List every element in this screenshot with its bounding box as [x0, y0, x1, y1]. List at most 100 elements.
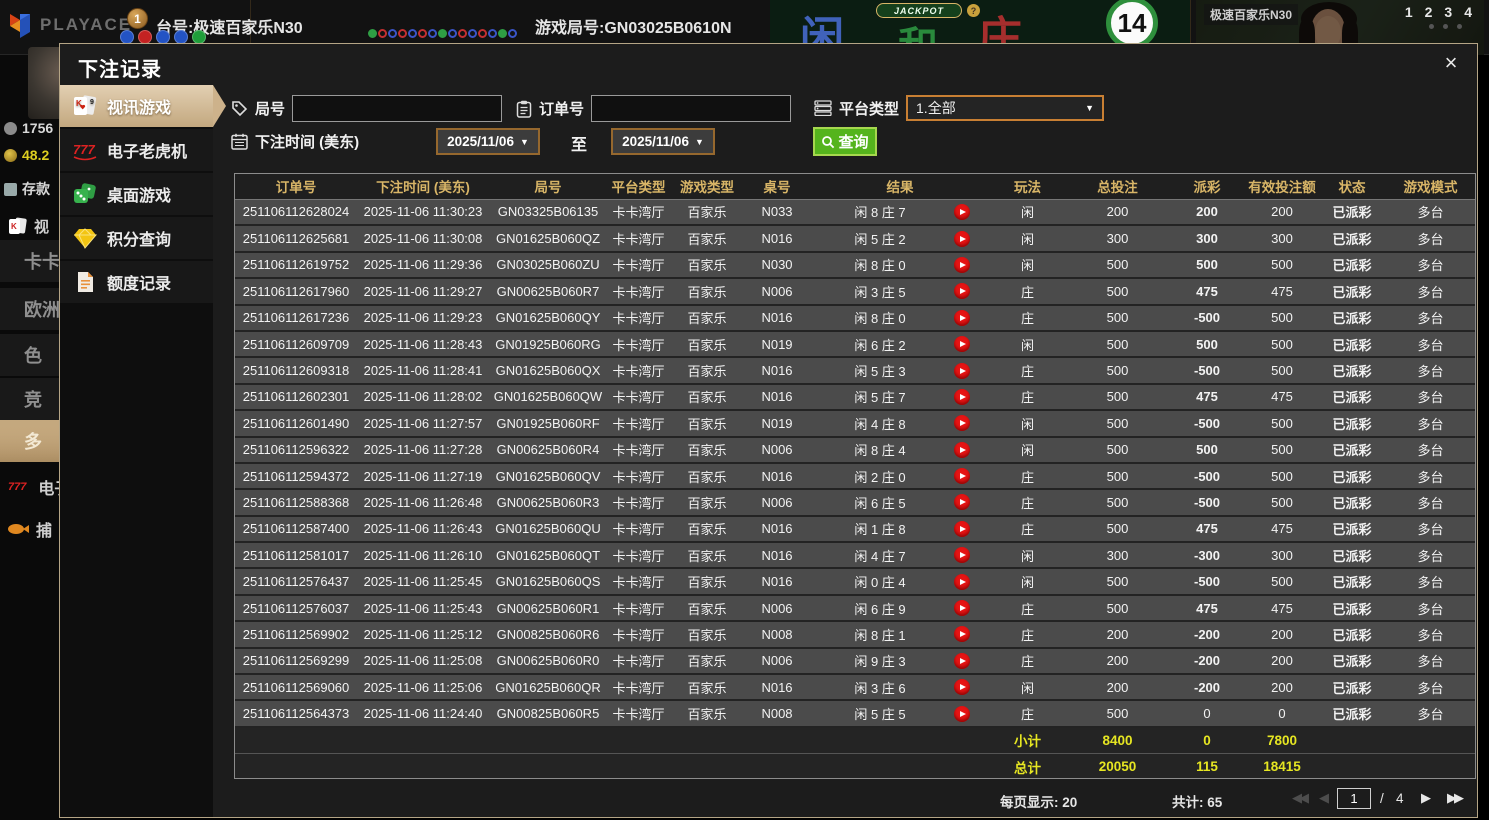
person-icon — [4, 121, 17, 135]
platform-filter-label: 平台类型 — [839, 100, 900, 118]
prev-page-button[interactable]: ◀ — [1319, 790, 1329, 806]
col-payout: 派彩 — [1170, 174, 1244, 200]
modal-title: 下注记录 — [78, 59, 162, 81]
col-result: 结果 — [810, 174, 990, 200]
play-video-button[interactable] — [954, 626, 970, 643]
video-table-tabs[interactable]: 1234 — [1405, 4, 1472, 20]
play-video-button[interactable] — [954, 494, 970, 511]
play-video-button[interactable] — [954, 230, 970, 247]
table-row: 251106112594372 2025-11-06 11:27:19 GN0162… — [235, 462, 1475, 491]
video-tab[interactable]: 1 — [1405, 4, 1413, 20]
result-text: 闲 8 庄 1 — [854, 627, 906, 643]
order-input[interactable] — [591, 95, 792, 122]
play-video-button[interactable] — [954, 468, 970, 485]
road-dot — [438, 29, 447, 38]
sidebar-item-points[interactable]: 积分查询 — [60, 217, 213, 259]
roadmap-dots — [368, 29, 517, 38]
playace-logo: PLAYACE — [8, 12, 132, 38]
road-dot — [468, 29, 477, 38]
page-number-input[interactable] — [1337, 788, 1371, 809]
date-from-select[interactable]: 2025/11/06 ▼ — [436, 128, 540, 155]
result-text: 闲 2 庄 0 — [854, 469, 906, 485]
order-filter: 订单号 — [516, 95, 792, 122]
road-dot — [408, 29, 417, 38]
fish-icon — [8, 524, 24, 534]
table-row: 251106112609709 2025-11-06 11:28:43 GN0192… — [235, 330, 1475, 359]
table-row: 251106112569299 2025-11-06 11:25:08 GN0062… — [235, 647, 1475, 676]
search-icon — [822, 135, 835, 148]
table-row: 251106112619752 2025-11-06 11:29:36 GN0302… — [235, 251, 1475, 280]
sidebar-item-live-games[interactable]: 9 K 视讯游戏 — [60, 85, 226, 127]
stat-badge — [138, 30, 152, 44]
col-order-no: 订单号 — [235, 174, 357, 200]
table-row: 251106112587400 2025-11-06 11:26:43 GN0162… — [235, 515, 1475, 544]
play-video-button[interactable] — [954, 256, 970, 273]
result-text: 闲 6 庄 2 — [854, 337, 906, 353]
play-video-button[interactable] — [954, 520, 970, 537]
records-table: 订单号 下注时间 (美东) 局号 平台类型 游戏类型 桌号 结果 玩法 总投注 … — [234, 173, 1476, 779]
table-row: 251106112596322 2025-11-06 11:27:28 GN0062… — [235, 436, 1475, 464]
sidebar-item-credit-log[interactable]: 额度记录 — [60, 261, 213, 303]
result-text: 闲 3 庄 5 — [854, 284, 906, 300]
play-video-button[interactable] — [954, 547, 970, 564]
result-text: 闲 4 庄 7 — [854, 548, 906, 564]
play-video-button[interactable] — [954, 600, 970, 617]
last-page-button[interactable]: ▶▶ — [1447, 790, 1464, 806]
round-input[interactable] — [292, 95, 503, 122]
result-text: 闲 5 庄 3 — [854, 364, 906, 380]
balance-stat: 48.2 — [4, 147, 49, 163]
col-platform: 平台类型 — [607, 174, 670, 200]
play-video-button[interactable] — [954, 652, 970, 669]
next-page-button[interactable]: ▶ — [1421, 790, 1431, 806]
road-dot — [378, 29, 387, 38]
deposit-button[interactable]: 存款 — [4, 179, 50, 199]
result-text: 闲 6 庄 5 — [854, 495, 906, 511]
col-round-no: 局号 — [489, 174, 607, 200]
play-video-button[interactable] — [954, 283, 970, 300]
round-filter-label: 局号 — [255, 101, 286, 118]
date-to-select[interactable]: 2025/11/06 ▼ — [611, 128, 715, 155]
calendar-icon — [231, 133, 248, 150]
table-row: 251106112564373 2025-11-06 11:24:40 GN0082… — [235, 700, 1475, 728]
play-video-button[interactable] — [954, 441, 970, 458]
play-video-button[interactable] — [954, 705, 970, 722]
play-video-button[interactable] — [954, 336, 970, 353]
logo-text: PLAYACE — [40, 15, 133, 34]
platform-filter: 平台类型 1.全部 ▼ — [814, 95, 1105, 121]
pagination-bar: 每页显示: 20 共计: 65 ◀◀ ◀ / 4 ▶ ▶▶ — [234, 785, 1476, 815]
play-video-button[interactable] — [954, 679, 970, 696]
table-row: 251106112602301 2025-11-06 11:28:02 GN0162… — [235, 383, 1475, 412]
table-row: 251106112601490 2025-11-06 11:27:57 GN0192… — [235, 410, 1475, 438]
play-video-button[interactable] — [954, 362, 970, 379]
result-text: 闲 5 庄 5 — [854, 707, 906, 723]
stat-badge — [156, 30, 170, 44]
video-tab[interactable]: 2 — [1425, 4, 1433, 20]
video-tab[interactable]: 3 — [1444, 4, 1452, 20]
play-video-button[interactable] — [954, 203, 970, 220]
sidebar-item-table-games[interactable]: 桌面游戏 — [60, 173, 213, 215]
playace-logo-icon — [10, 14, 30, 38]
tag-icon — [232, 101, 248, 117]
road-dot — [458, 29, 467, 38]
sidebar-item-slots[interactable]: 777 电子老虎机 — [60, 129, 213, 171]
result-text: 闲 4 庄 8 — [854, 416, 906, 432]
table-row: 251106112628024 2025-11-06 11:30:23 GN0332… — [235, 199, 1475, 227]
play-video-button[interactable] — [954, 573, 970, 590]
play-video-button[interactable] — [954, 415, 970, 432]
road-dot — [388, 29, 397, 38]
close-icon[interactable]: × — [1438, 50, 1464, 76]
result-text: 闲 6 庄 9 — [854, 601, 906, 617]
play-video-button[interactable] — [954, 309, 970, 326]
platform-select[interactable]: 1.全部 ▼ — [906, 95, 1105, 121]
modal-content: 局号 订单号 平台类型 1.全部 ▼ 下注时间 (美东) 2025/11/06 … — [213, 85, 1477, 817]
col-table-no: 桌号 — [744, 174, 810, 200]
search-button[interactable]: 查询 — [813, 127, 877, 156]
video-tab[interactable]: 4 — [1464, 4, 1472, 20]
first-page-button[interactable]: ◀◀ — [1292, 790, 1309, 806]
table-row: 251106112625681 2025-11-06 11:30:08 GN0162… — [235, 225, 1475, 253]
road-dot — [448, 29, 457, 38]
play-video-button[interactable] — [954, 388, 970, 405]
table-header-row: 订单号 下注时间 (美东) 局号 平台类型 游戏类型 桌号 结果 玩法 总投注 … — [235, 174, 1475, 200]
col-valid-bet: 有效投注额 — [1244, 174, 1320, 200]
user-count-stat: 1756 — [4, 120, 53, 136]
